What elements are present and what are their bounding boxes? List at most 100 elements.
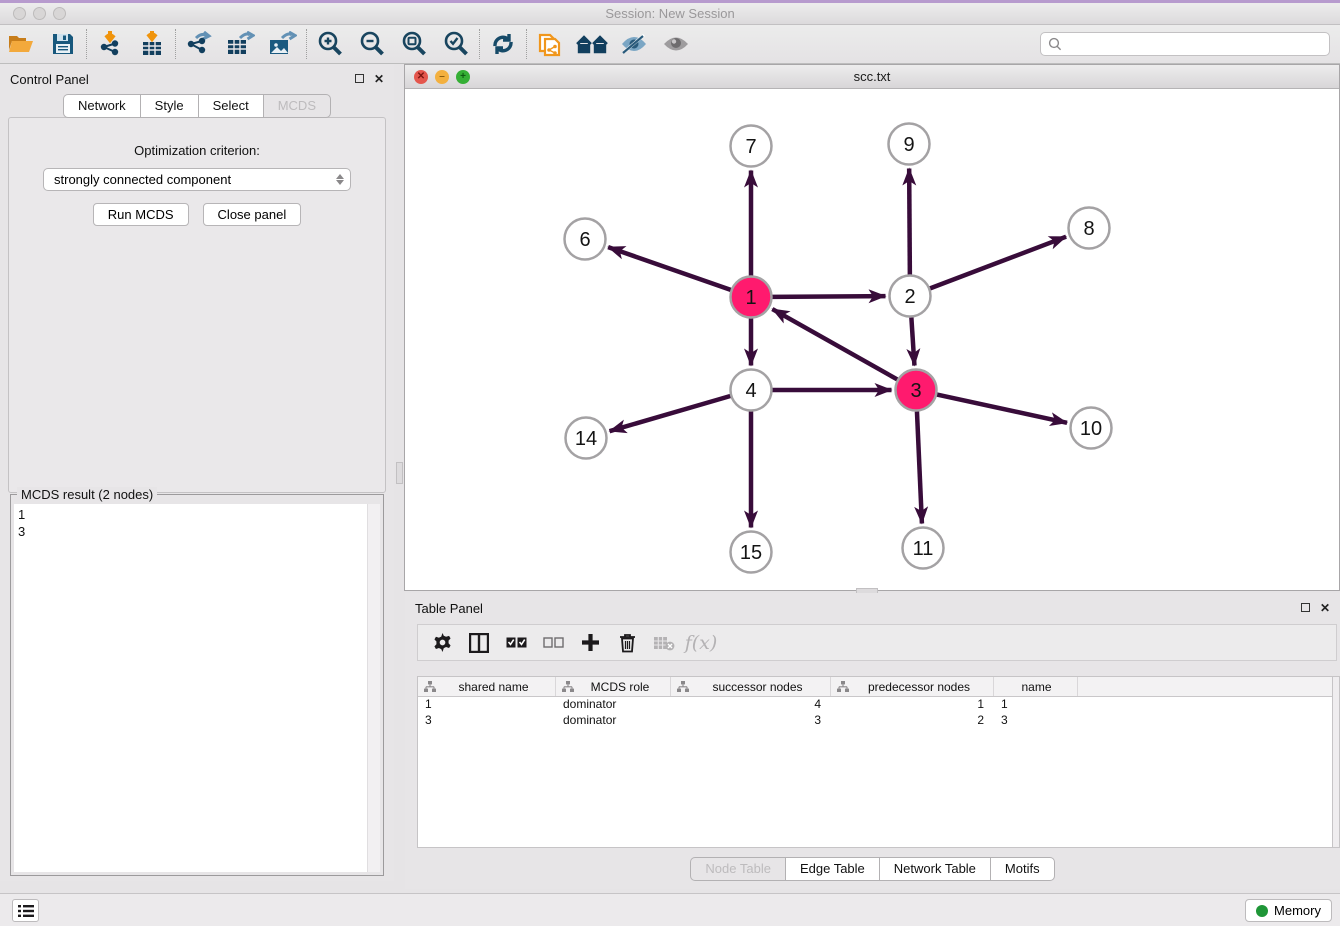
column-type-icon — [837, 681, 849, 692]
table-cell[interactable]: 4 — [671, 697, 831, 713]
network-canvas[interactable]: 7 9 6 8 1 2 4 3 14 10 15 11 — [405, 89, 1339, 590]
graph-node-2[interactable]: 2 — [890, 276, 931, 317]
graph-edge-1-2[interactable] — [772, 296, 885, 297]
graph-node-3[interactable]: 3 — [896, 370, 937, 411]
close-table-panel-icon[interactable]: ✕ — [1320, 601, 1330, 615]
table-toolbar: f(x) — [417, 624, 1337, 661]
vertical-splitter-grip[interactable] — [396, 462, 403, 484]
svg-text:2: 2 — [904, 286, 915, 308]
table-cell[interactable]: dominator — [556, 713, 671, 729]
table-cell[interactable]: 1 — [994, 697, 1078, 713]
column-header-name[interactable]: name — [994, 677, 1078, 696]
tab-mcds[interactable]: MCDS — [263, 94, 331, 118]
optimization-criterion-select[interactable]: strongly connected component — [43, 168, 351, 191]
mcds-result-line: 3 — [18, 523, 363, 540]
table-settings-gear-icon[interactable] — [428, 629, 456, 657]
column-header-MCDS-role[interactable]: MCDS role — [556, 677, 671, 696]
column-header-successor-nodes[interactable]: successor nodes — [671, 677, 831, 696]
mcds-result-scrollbar[interactable] — [367, 504, 380, 872]
add-column-icon[interactable] — [576, 629, 604, 657]
table-row[interactable]: 1dominator411 — [418, 697, 1332, 713]
graph-node-9[interactable]: 9 — [889, 124, 930, 165]
toolbar-separator — [86, 29, 87, 59]
tab-motifs[interactable]: Motifs — [990, 857, 1055, 881]
titlebar[interactable]: Session: New Session — [0, 3, 1340, 25]
zoom-selected-icon[interactable] — [435, 27, 477, 61]
graph-node-14[interactable]: 14 — [566, 418, 607, 459]
float-table-panel-icon[interactable] — [1301, 601, 1310, 615]
graph-edge-4-14[interactable] — [610, 396, 731, 431]
table-row[interactable]: 3dominator323 — [418, 713, 1332, 729]
graph-edge-3-1[interactable] — [772, 309, 897, 379]
hide-panels-icon[interactable] — [613, 27, 655, 61]
search-input[interactable] — [1062, 34, 1329, 54]
graph-node-7[interactable]: 7 — [731, 126, 772, 167]
zoom-fit-icon[interactable] — [393, 27, 435, 61]
clone-network-icon[interactable] — [529, 27, 571, 61]
run-mcds-button[interactable]: Run MCDS — [93, 203, 189, 226]
open-session-icon[interactable] — [0, 27, 42, 61]
memory-button[interactable]: Memory — [1245, 899, 1332, 922]
table-cell[interactable]: 2 — [831, 713, 994, 729]
mcds-result-text[interactable]: 13 — [14, 504, 367, 872]
column-header-predecessor-nodes[interactable]: predecessor nodes — [831, 677, 994, 696]
export-image-icon[interactable] — [262, 27, 304, 61]
tab-network[interactable]: Network — [63, 94, 140, 118]
refresh-network-icon[interactable] — [482, 27, 524, 61]
close-panel-icon[interactable]: ✕ — [374, 72, 384, 86]
select-all-icon[interactable] — [502, 629, 530, 657]
delete-column-trash-icon[interactable] — [613, 629, 641, 657]
graph-edge-2-3[interactable] — [911, 317, 914, 365]
close-panel-button[interactable]: Close panel — [203, 203, 302, 226]
mcds-panel: Optimization criterion: strongly connect… — [8, 117, 386, 493]
graph-edge-2-8[interactable] — [930, 237, 1066, 289]
graph-node-4[interactable]: 4 — [731, 370, 772, 411]
node-table[interactable]: shared nameMCDS rolesuccessor nodesprede… — [417, 676, 1332, 848]
column-header-shared-name[interactable]: shared name — [418, 677, 556, 696]
tab-edge-table[interactable]: Edge Table — [785, 857, 879, 881]
table-cell[interactable]: 3 — [994, 713, 1078, 729]
graph-node-11[interactable]: 11 — [903, 528, 944, 569]
memory-label: Memory — [1274, 903, 1321, 918]
table-scrollbar[interactable] — [1332, 676, 1340, 848]
import-network-icon[interactable] — [89, 27, 131, 61]
show-columns-icon[interactable] — [465, 629, 493, 657]
tab-node-table[interactable]: Node Table — [690, 857, 785, 881]
search-field[interactable] — [1040, 32, 1330, 56]
table-panel: Table Panel ✕ — [405, 593, 1340, 889]
zoom-out-icon[interactable] — [351, 27, 393, 61]
graph-node-8[interactable]: 8 — [1069, 208, 1110, 249]
show-all-panels-icon[interactable] — [571, 27, 613, 61]
task-history-button[interactable] — [12, 899, 39, 922]
tab-network-table[interactable]: Network Table — [879, 857, 990, 881]
function-builder-icon: f(x) — [687, 629, 715, 657]
graph-node-6[interactable]: 6 — [565, 219, 606, 260]
graph-edge-3-11[interactable] — [917, 411, 922, 523]
table-cell[interactable]: dominator — [556, 697, 671, 713]
table-cell[interactable]: 3 — [671, 713, 831, 729]
export-table-icon[interactable] — [220, 27, 262, 61]
save-session-icon[interactable] — [42, 27, 84, 61]
graph-node-10[interactable]: 10 — [1071, 408, 1112, 449]
tab-select[interactable]: Select — [198, 94, 263, 118]
export-network-icon[interactable] — [178, 27, 220, 61]
table-header-row: shared nameMCDS rolesuccessor nodesprede… — [418, 677, 1332, 697]
network-window-titlebar[interactable]: ✕ – + scc.txt — [405, 65, 1339, 89]
unselect-all-icon[interactable] — [539, 629, 567, 657]
table-cell[interactable]: 3 — [418, 713, 556, 729]
graph-node-1[interactable]: 1 — [731, 277, 772, 318]
table-cell[interactable]: 1 — [831, 697, 994, 713]
import-table-icon[interactable] — [131, 27, 173, 61]
table-cell[interactable]: 1 — [418, 697, 556, 713]
graph-node-15[interactable]: 15 — [731, 532, 772, 573]
graph-edge-1-6[interactable] — [608, 247, 731, 290]
mcds-result-group: MCDS result (2 nodes) 13 — [10, 494, 384, 876]
show-graphics-details-icon[interactable] — [655, 27, 697, 61]
application-window: Session: New Session — [0, 0, 1340, 926]
graph-edge-2-9[interactable] — [909, 168, 910, 274]
graph-edge-3-10[interactable] — [937, 395, 1067, 423]
zoom-in-icon[interactable] — [309, 27, 351, 61]
tab-style[interactable]: Style — [140, 94, 198, 118]
select-stepper-icon — [336, 174, 344, 185]
float-panel-icon[interactable] — [355, 72, 364, 86]
